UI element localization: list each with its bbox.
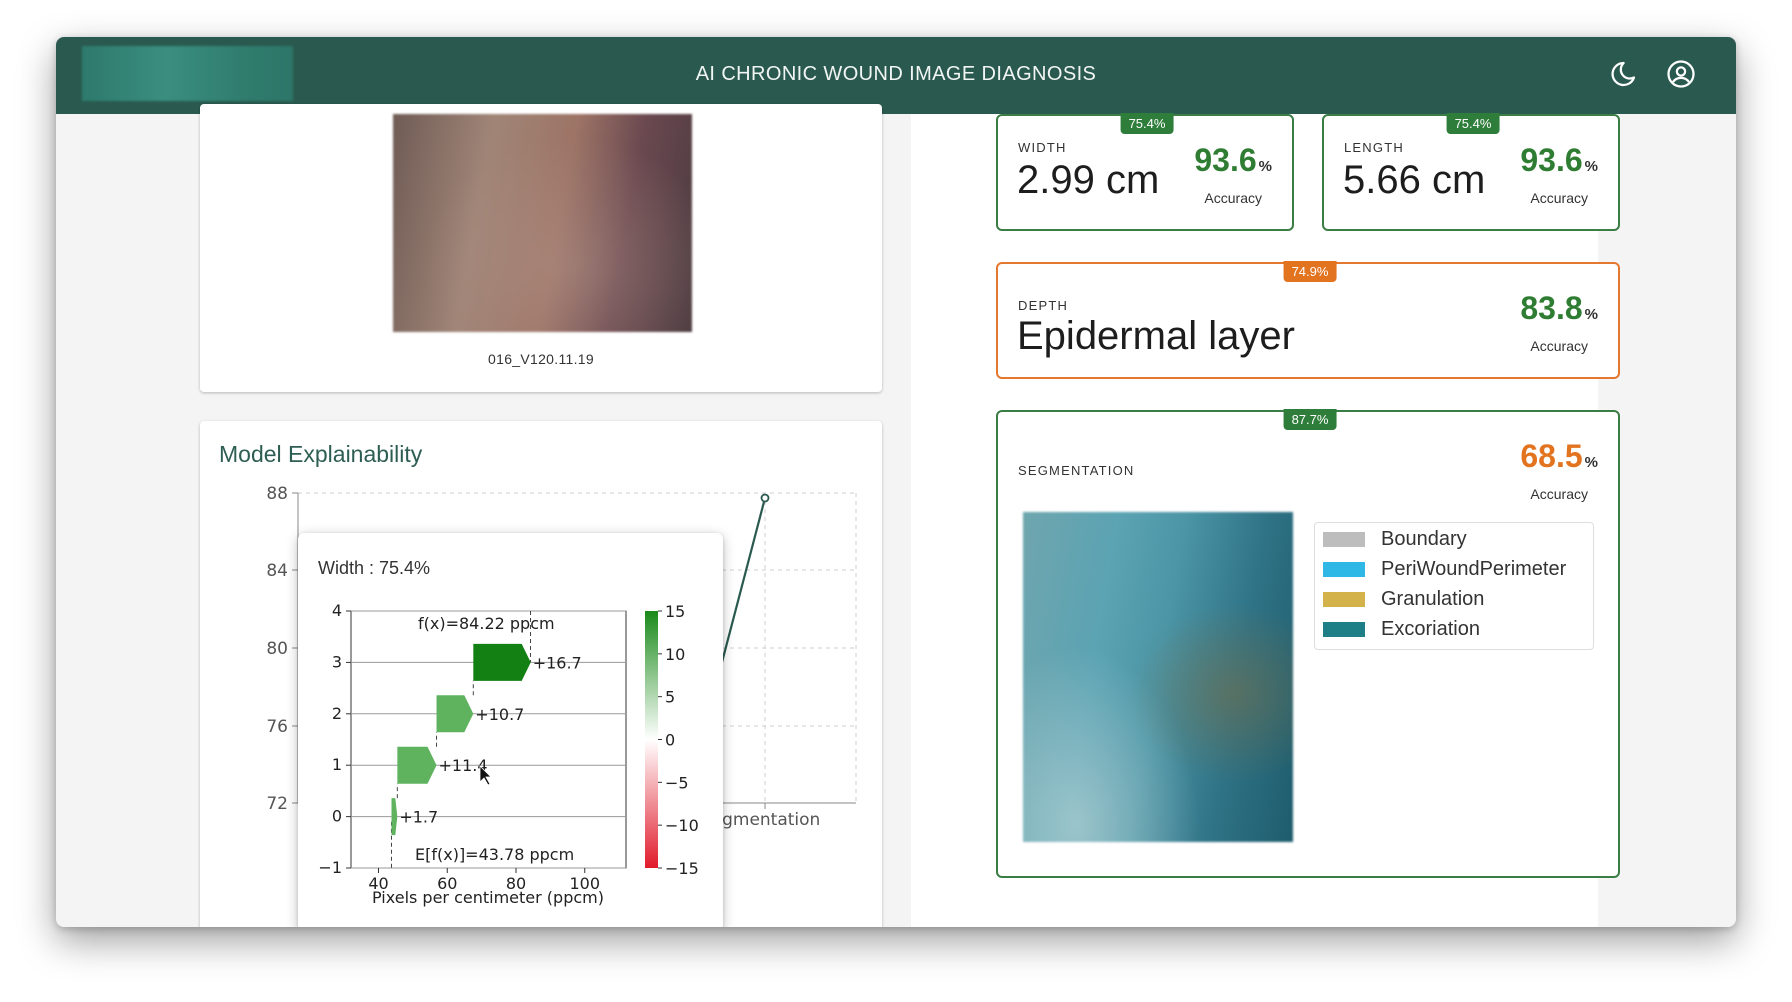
fx-label: f(x)=84.22 ppcm <box>418 614 555 633</box>
line-point[interactable] <box>760 493 770 503</box>
width-value: 2.99 cm <box>1017 158 1160 202</box>
metric-label: DEPTH <box>1018 298 1069 313</box>
confidence-badge: 74.9% <box>1283 261 1337 282</box>
y-tick-label: 0 <box>332 807 342 826</box>
y-tick-label: 84 <box>266 561 288 581</box>
wound-photo[interactable] <box>393 114 692 332</box>
efx-label: E[f(x)]=43.78 ppcm <box>415 845 574 864</box>
confidence-badge: 75.4% <box>1120 113 1174 134</box>
segmentation-legend: Boundary PeriWoundPerimeter Granulation … <box>1314 522 1594 650</box>
colorbar-tick-label: 5 <box>665 688 675 707</box>
colorbar-tick-label: −10 <box>665 816 699 835</box>
legend-label: Granulation <box>1381 587 1485 610</box>
accuracy-label: Accuracy <box>1530 338 1588 354</box>
length-accuracy: 93.6% <box>1520 142 1598 178</box>
image-caption: 016_V120.11.19 <box>488 351 594 367</box>
depth-card[interactable]: 74.9% DEPTH Epidermal layer 83.8% Accura… <box>996 261 1620 379</box>
accuracy-label: Accuracy <box>1530 190 1588 206</box>
y-tick-label: 1 <box>332 755 342 774</box>
segmentation-accuracy: 68.5% <box>1520 438 1598 474</box>
colorbar-tick-label: 15 <box>665 602 685 621</box>
y-tick-label: 4 <box>332 601 342 620</box>
explanation-tooltip: Width : 75.4% +1.7 +11.4 +10.7 +16.7 4 3 2 1 0−… <box>298 533 723 927</box>
legend-swatch <box>1323 621 1365 637</box>
moon-icon[interactable] <box>1608 59 1638 89</box>
colorbar <box>645 611 658 868</box>
y-tick-label: 3 <box>332 652 342 671</box>
width-accuracy: 93.6% <box>1194 142 1272 178</box>
legend-item-boundary[interactable]: Boundary <box>1323 527 1467 551</box>
x-category-label: egmentation <box>712 810 821 830</box>
waterfall-bar[interactable] <box>473 643 531 681</box>
y-tick-label: 88 <box>266 484 288 504</box>
segmentation-image[interactable] <box>1023 512 1293 842</box>
left-column: 016_V120.11.19 Model Explainability 88 8… <box>200 104 882 927</box>
legend-label: Boundary <box>1381 527 1467 550</box>
metric-label: SEGMENTATION <box>1018 463 1135 478</box>
accuracy-label: Accuracy <box>1204 190 1262 206</box>
width-card[interactable]: 75.4% WIDTH 2.99 cm 93.6% Accuracy <box>996 113 1294 231</box>
waterfall-bar[interactable] <box>397 746 437 784</box>
y-tick-label: 2 <box>332 704 342 723</box>
legend-label: PeriWoundPerimeter <box>1381 557 1567 580</box>
depth-value: Epidermal layer <box>1017 314 1295 358</box>
metric-label: LENGTH <box>1344 140 1404 155</box>
length-value: 5.66 cm <box>1343 158 1486 202</box>
legend-swatch <box>1323 531 1365 547</box>
app-window: AI CHRONIC WOUND IMAGE DIAGNOSIS 016_V12… <box>56 37 1736 927</box>
legend-item-granulation[interactable]: Granulation <box>1323 587 1484 611</box>
confidence-badge: 87.7% <box>1283 409 1337 430</box>
y-tick-label: 80 <box>266 639 288 659</box>
colorbar-tick-label: −15 <box>665 859 699 878</box>
contribution-label: +1.7 <box>399 808 438 827</box>
accuracy-label: Accuracy <box>1530 486 1588 502</box>
y-tick-label: 76 <box>266 717 288 737</box>
segmentation-card[interactable]: 87.7% SEGMENTATION 68.5% Accuracy Bounda… <box>996 409 1620 878</box>
metric-label: WIDTH <box>1018 140 1067 155</box>
legend-swatch <box>1323 561 1365 577</box>
y-tick-label: 72 <box>266 794 288 814</box>
contribution-label: +10.7 <box>475 705 524 724</box>
tooltip-title: Width : 75.4% <box>318 558 431 578</box>
waterfall-bar[interactable] <box>391 798 398 836</box>
right-column: 75.4% WIDTH 2.99 cm 93.6% Accuracy 75.4%… <box>911 113 1620 927</box>
image-card: 016_V120.11.19 <box>200 104 882 392</box>
confidence-badge: 75.4% <box>1446 113 1500 134</box>
colorbar-tick-label: −5 <box>665 773 689 792</box>
depth-accuracy: 83.8% <box>1520 290 1598 326</box>
waterfall-plot: +1.7 +11.4 +10.7 +16.7 4 3 2 1 0 −1 40 60 80 100 f(… <box>318 601 703 911</box>
colorbar-tick-label: 10 <box>665 645 685 664</box>
legend-swatch <box>1323 591 1365 607</box>
waterfall-chart: +1.7+11.4+10.7+16.7 43210−1 40 60 80 100 f(… <box>318 601 699 907</box>
app-bar: AI CHRONIC WOUND IMAGE DIAGNOSIS <box>56 37 1736 114</box>
y-tick-label: −1 <box>318 858 342 877</box>
waterfall-bar[interactable] <box>436 695 474 733</box>
app-title: AI CHRONIC WOUND IMAGE DIAGNOSIS <box>695 63 1097 85</box>
account-circle-icon[interactable] <box>1666 59 1696 89</box>
contribution-label: +16.7 <box>533 653 582 672</box>
colorbar-tick-label: 0 <box>665 731 675 750</box>
x-axis-label: Pixels per centimeter (ppcm) <box>372 888 604 907</box>
legend-label: Excoriation <box>1381 617 1480 640</box>
legend-item-periwoundperimeter[interactable]: PeriWoundPerimeter <box>1323 557 1566 581</box>
length-card[interactable]: 75.4% LENGTH 5.66 cm 93.6% Accuracy <box>1322 113 1620 231</box>
legend-item-excoriation[interactable]: Excoriation <box>1323 617 1480 641</box>
